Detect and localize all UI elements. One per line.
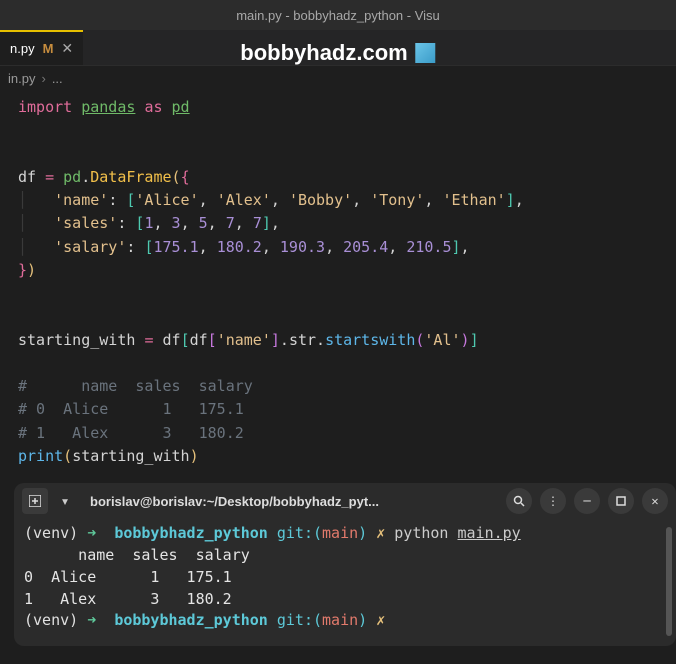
cube-icon (416, 43, 436, 63)
window-title-bar: main.py - bobbyhadz_python - Visu (0, 0, 676, 30)
search-icon (513, 495, 525, 507)
code-line (18, 305, 658, 328)
code-line: print(starting_with) (18, 445, 658, 468)
code-line: │ 'sales': [1, 3, 5, 7, 7], (18, 212, 658, 235)
overlay-watermark: bobbyhadz.com (240, 40, 435, 66)
breadcrumb[interactable]: in.py › ... (0, 66, 676, 90)
code-line (18, 143, 658, 166)
code-line: │ 'salary': [175.1, 180.2, 190.3, 205.4,… (18, 236, 658, 259)
code-comment: # 0 Alice 1 175.1 (18, 398, 658, 421)
terminal-header: ▾ borislav@borislav:~/Desktop/bobbyhadz_… (14, 483, 676, 519)
tab-main-py[interactable]: n.py M ✕ (0, 30, 83, 65)
kebab-icon: ⋮ (547, 494, 559, 508)
breadcrumb-more: ... (52, 71, 63, 86)
maximize-icon (616, 496, 626, 506)
code-comment: # 1 Alex 3 180.2 (18, 422, 658, 445)
code-line: │ 'name': ['Alice', 'Alex', 'Bobby', 'To… (18, 189, 658, 212)
code-editor[interactable]: import pandas as pd df = pd.DataFrame({ … (0, 90, 676, 474)
code-line: import pandas as pd (18, 96, 658, 119)
code-line (18, 282, 658, 305)
new-tab-button[interactable] (22, 488, 48, 514)
breadcrumb-file: in.py (8, 71, 35, 86)
terminal-line: 1 Alex 3 180.2 (24, 589, 666, 611)
code-comment: # name sales salary (18, 375, 658, 398)
code-line: df = pd.DataFrame({ (18, 166, 658, 189)
terminal-line: (venv) ➜ bobbybhadz_python git:(main) ✗ (24, 610, 666, 632)
close-icon: ✕ (651, 494, 658, 508)
chevron-right-icon: › (41, 71, 45, 86)
overlay-text: bobbyhadz.com (240, 40, 407, 66)
code-line (18, 352, 658, 375)
terminal-line: name sales salary (24, 545, 666, 567)
code-line: starting_with = df[df['name'].str.starts… (18, 329, 658, 352)
tab-modified-indicator: M (43, 41, 54, 56)
minimize-button[interactable]: ─ (574, 488, 600, 514)
window-title: main.py - bobbyhadz_python - Visu (236, 8, 440, 23)
search-button[interactable] (506, 488, 532, 514)
terminal-output[interactable]: (venv) ➜ bobbybhadz_python git:(main) ✗ … (14, 519, 676, 646)
terminal-line: (venv) ➜ bobbybhadz_python git:(main) ✗ … (24, 523, 666, 545)
chevron-down-icon[interactable]: ▾ (56, 492, 74, 510)
plus-box-icon (29, 495, 41, 507)
terminal-scrollbar[interactable] (666, 527, 672, 636)
code-line: }) (18, 259, 658, 282)
tab-filename: n.py (10, 41, 35, 56)
terminal-panel: ▾ borislav@borislav:~/Desktop/bobbyhadz_… (14, 483, 676, 646)
terminal-line: 0 Alice 1 175.1 (24, 567, 666, 589)
close-icon[interactable]: ✕ (61, 40, 73, 57)
maximize-button[interactable] (608, 488, 634, 514)
menu-button[interactable]: ⋮ (540, 488, 566, 514)
close-terminal-button[interactable]: ✕ (642, 488, 668, 514)
terminal-title: borislav@borislav:~/Desktop/bobbyhadz_py… (82, 494, 498, 509)
code-line (18, 119, 658, 142)
minimize-icon: ─ (583, 494, 590, 508)
